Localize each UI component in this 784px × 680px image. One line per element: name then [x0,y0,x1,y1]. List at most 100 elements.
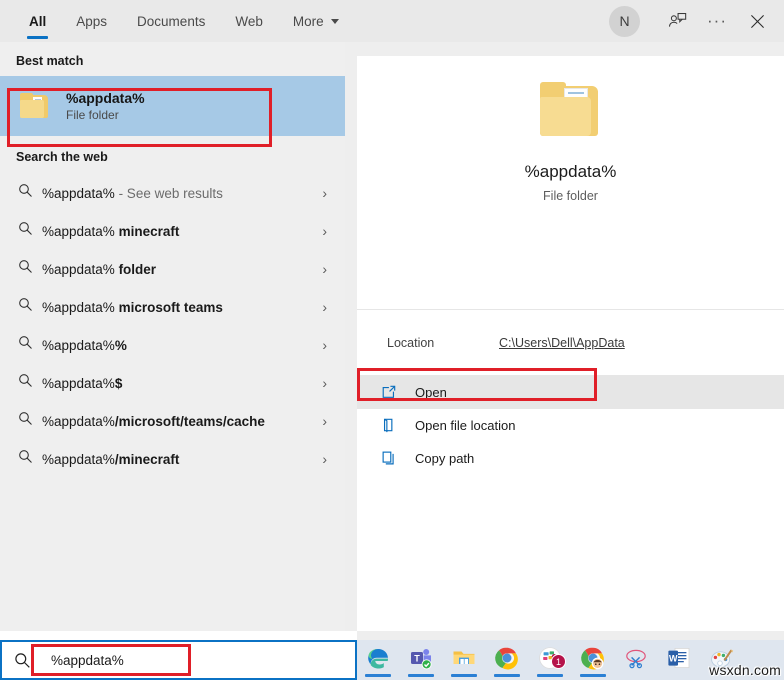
snipping-tool-icon [623,645,649,671]
open-external-icon [381,384,399,402]
tab-all[interactable]: All [14,0,61,42]
svg-text:T: T [414,654,420,664]
google-chrome-icon [494,645,520,671]
tab-documents-label: Documents [137,13,206,29]
location-label: Location [387,335,435,350]
tab-list: All Apps Documents Web More [0,0,354,42]
tab-all-label: All [29,13,47,29]
web-suggestion-2-label: %appdata% folder [42,261,157,277]
tab-apps[interactable]: Apps [61,0,122,42]
search-icon [18,335,42,355]
panel-bottom-spacer [0,631,357,640]
taskbar-item-microsoft-word[interactable]: W [664,642,694,678]
taskbar-item-microsoft-edge[interactable] [363,642,393,678]
location-path-link[interactable]: C:\Users\Dell\AppData [499,336,625,350]
search-flyout-window: All Apps Documents Web More N ··· Best m… [0,0,784,680]
chevron-right-icon: › [322,413,327,429]
tab-documents[interactable]: Documents [122,0,220,42]
person-feedback-icon[interactable] [658,2,696,40]
web-suggestion-0[interactable]: %appdata% - See web results › [0,174,345,212]
web-suggestion-1[interactable]: %appdata% minecraft › [0,212,345,250]
web-suggestion-4[interactable]: %appdata%% › [0,326,345,364]
web-suggestions-list: %appdata% - See web results › %appdata% … [0,174,345,478]
preview-subtitle: File folder [543,189,598,203]
taskbar-item-google-chrome[interactable] [492,642,522,678]
search-icon [18,183,42,203]
preview-title: %appdata% [524,162,617,181]
chevron-right-icon: › [322,451,327,467]
web-suggestion-2[interactable]: %appdata% folder › [0,250,345,288]
search-icon [18,449,42,469]
taskbar-item-notification-app[interactable]: 1 [535,642,566,678]
chevron-right-icon: › [322,261,327,277]
best-match-result[interactable]: %appdata% File folder [0,76,345,136]
web-suggestion-7[interactable]: %appdata%/minecraft › [0,440,345,478]
notification-badge: 1 [551,654,566,669]
tab-more[interactable]: More [278,0,354,42]
web-suggestion-7-label: %appdata%/minecraft [42,451,180,467]
chevron-right-icon: › [322,223,327,239]
tab-apps-label: Apps [76,13,108,29]
ellipsis-icon[interactable]: ··· [698,2,736,40]
running-indicator [451,674,477,677]
search-tab-bar: All Apps Documents Web More N ··· [0,0,784,42]
chevron-down-icon [330,18,339,24]
action-open-file-location[interactable]: Open file location [357,409,784,442]
action-list: Open Open file location Copy path [357,376,784,475]
running-indicator [408,674,434,677]
tab-more-label: More [292,13,324,29]
web-suggestion-0-label: %appdata% - See web results [42,185,223,201]
results-panel: Best match %appdata% File folder Search … [0,42,345,631]
active-tab-underline [27,36,49,39]
search-icon [18,411,42,431]
search-icon [18,259,42,279]
action-open[interactable]: Open [357,376,784,409]
taskbar-item-microsoft-teams[interactable]: T [406,642,436,678]
chevron-right-icon: › [322,337,327,353]
search-icon [18,297,42,317]
avatar-initial: N [619,13,630,29]
taskbar-item-snipping-tool[interactable] [621,642,651,678]
folder-icon [538,82,604,140]
best-match-text: %appdata% File folder [66,90,145,122]
web-suggestion-5[interactable]: %appdata%$ › [0,364,345,402]
close-icon[interactable] [738,2,776,40]
chrome-profile-icon [580,645,606,671]
search-the-web-header: Search the web [16,150,108,164]
best-match-title: %appdata% [66,90,145,106]
search-icon [2,652,42,669]
web-suggestion-5-label: %appdata%$ [42,375,123,391]
preview-panel: %appdata% File folder Location C:\Users\… [357,56,784,631]
tab-web[interactable]: Web [220,0,278,42]
running-indicator [580,674,606,677]
action-open-label: Open [415,385,447,400]
web-suggestion-1-label: %appdata% minecraft [42,223,180,239]
window-controls: N ··· [609,0,776,42]
microsoft-teams-icon: T [408,645,434,671]
web-suggestion-6[interactable]: %appdata%/microsoft/teams/cache › [0,402,345,440]
microsoft-word-icon: W [666,645,692,671]
action-open-file-location-label: Open file location [415,418,516,433]
notification-app-icon: 1 [537,645,566,671]
web-suggestion-3-label: %appdata% microsoft teams [42,299,223,315]
web-suggestion-3[interactable]: %appdata% microsoft teams › [0,288,345,326]
web-suggestion-6-label: %appdata%/microsoft/teams/cache [42,413,265,429]
search-input-container[interactable]: %appdata% [0,640,357,680]
location-row: Location C:\Users\Dell\AppData [357,310,784,376]
chevron-right-icon: › [322,299,327,315]
tab-web-label: Web [235,13,263,29]
running-indicator [537,674,563,677]
avatar[interactable]: N [609,5,640,37]
microsoft-edge-icon [365,645,391,671]
taskbar-item-file-explorer[interactable] [449,642,479,678]
action-copy-path[interactable]: Copy path [357,442,784,475]
preview-header: %appdata% File folder [357,56,784,310]
watermark: wsxdn.com [709,662,781,678]
web-suggestion-4-label: %appdata%% [42,337,127,353]
search-input-value: %appdata% [51,652,124,668]
svg-text:W: W [669,653,678,663]
taskbar-item-chrome-profile[interactable] [578,642,608,678]
search-icon [18,221,42,241]
search-input[interactable]: %appdata% [42,642,355,678]
running-indicator [365,674,391,677]
